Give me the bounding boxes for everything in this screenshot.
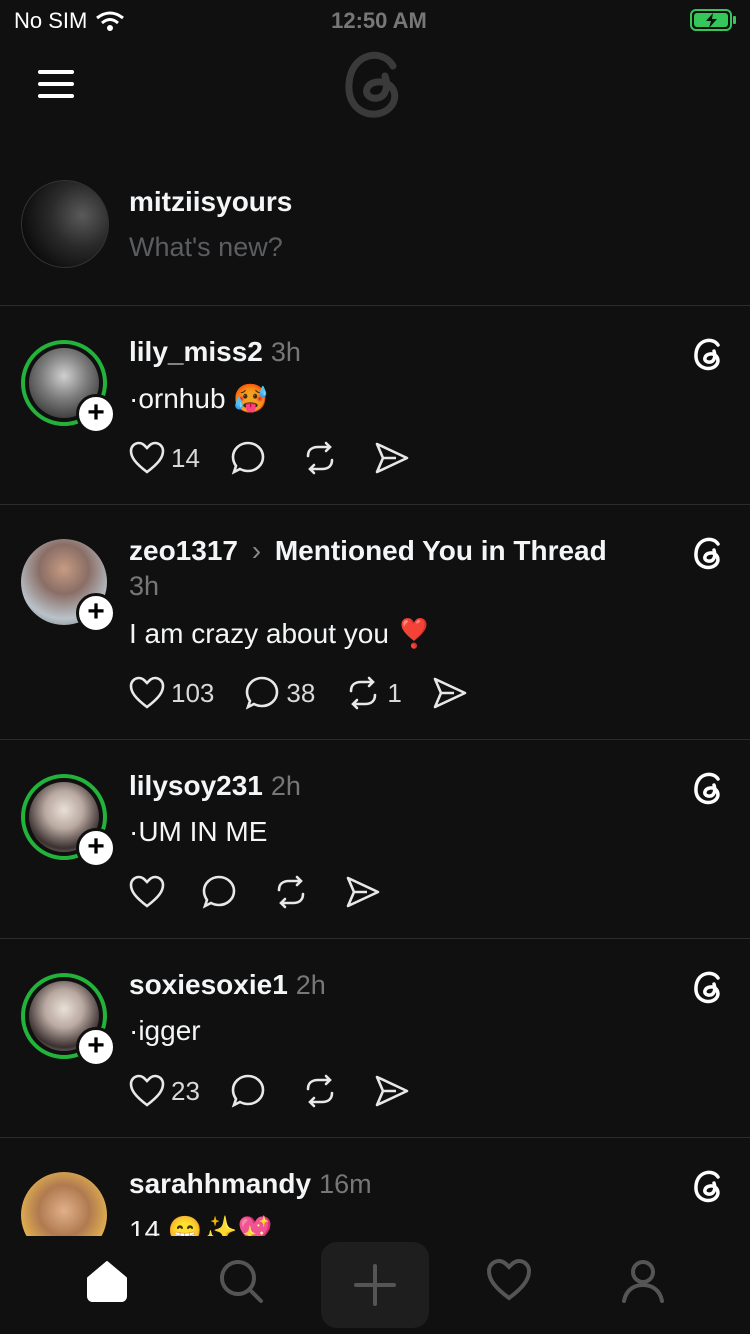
- mention-context[interactable]: Mentioned You in Thread: [275, 535, 607, 566]
- heart-icon: [129, 441, 165, 474]
- tab-activity[interactable]: [486, 1258, 532, 1307]
- profile-icon: [622, 1260, 664, 1303]
- status-bar: No SIM 12:50 AM: [0, 0, 750, 42]
- thread-post[interactable]: + lilysoy231 2h ·UM IN ME: [0, 740, 750, 938]
- comment-icon: [246, 676, 279, 710]
- repost-icon: [306, 441, 334, 475]
- heart-icon: [486, 1258, 532, 1301]
- share-button[interactable]: [432, 676, 468, 710]
- status-time: 12:50 AM: [331, 8, 427, 33]
- repost-count: 1: [387, 677, 402, 708]
- post-text: I am crazy about you ❣️: [129, 618, 432, 649]
- username[interactable]: soxiesoxie1: [129, 969, 288, 1000]
- post-time: 2h: [270, 771, 301, 801]
- thread-post[interactable]: sarahhmandy 16m 14 😁✨💖: [0, 1138, 750, 1236]
- like-count: 23: [171, 1075, 200, 1106]
- composer-username: mitziisyours: [129, 186, 293, 217]
- send-icon: [433, 677, 467, 709]
- username[interactable]: lily_miss2: [129, 336, 263, 367]
- reply-button[interactable]: 38: [244, 675, 315, 711]
- tab-new-thread[interactable]: [321, 1242, 429, 1328]
- thread-post[interactable]: + lily_miss2 3h ·ornhub 🥵 14: [0, 306, 750, 504]
- repost-button[interactable]: [302, 1073, 344, 1109]
- send-icon: [375, 442, 409, 474]
- post-text: ·UM IN ME: [129, 816, 268, 847]
- thread-post[interactable]: + zeo1317 › Mentioned You in Thread 3h I…: [0, 505, 750, 739]
- tab-bar: [0, 1236, 750, 1334]
- like-button[interactable]: 23: [129, 1074, 200, 1108]
- threads-icon[interactable]: [692, 1168, 726, 1204]
- post-time: 2h: [295, 970, 326, 1000]
- reply-button[interactable]: [230, 1073, 272, 1109]
- threads-icon[interactable]: [692, 969, 726, 1005]
- username[interactable]: lilysoy231: [129, 770, 263, 801]
- post-time: 3h: [270, 337, 301, 367]
- send-icon: [375, 1075, 409, 1107]
- threads-icon[interactable]: [692, 535, 726, 571]
- username[interactable]: zeo1317: [129, 535, 238, 566]
- repost-button[interactable]: [273, 874, 315, 910]
- follow-plus-icon[interactable]: +: [76, 394, 116, 434]
- repost-icon: [277, 875, 305, 909]
- post-text: 14 😁✨💖: [129, 1215, 273, 1236]
- share-button[interactable]: [374, 441, 410, 475]
- battery-icon: [690, 8, 738, 38]
- search-icon: [220, 1260, 263, 1303]
- comment-icon: [231, 1074, 265, 1108]
- menu-icon[interactable]: [38, 70, 74, 98]
- post-time: 3h: [129, 571, 160, 601]
- reply-count: 38: [286, 677, 316, 708]
- comment-icon: [202, 875, 236, 909]
- threads-logo[interactable]: [343, 46, 407, 127]
- like-button[interactable]: [129, 875, 171, 909]
- home-icon: [87, 1261, 127, 1302]
- avatar[interactable]: [21, 1172, 107, 1236]
- username[interactable]: sarahhmandy: [129, 1168, 311, 1199]
- tab-profile[interactable]: [620, 1258, 666, 1309]
- repost-button[interactable]: [302, 440, 344, 476]
- threads-icon[interactable]: [692, 336, 726, 372]
- new-thread-composer[interactable]: mitziisyours What's new?: [0, 170, 750, 304]
- repost-icon: [350, 676, 377, 710]
- like-count: 14: [171, 442, 200, 473]
- avatar: [21, 180, 109, 268]
- post-text: ·ornhub 🥵: [129, 383, 269, 414]
- tab-search[interactable]: [218, 1258, 264, 1309]
- share-button[interactable]: [374, 1074, 410, 1108]
- threads-icon[interactable]: [692, 770, 726, 806]
- follow-plus-icon[interactable]: +: [76, 828, 116, 868]
- tab-home[interactable]: [84, 1258, 130, 1309]
- post-text: ·igger: [129, 1015, 201, 1046]
- thread-post[interactable]: + soxiesoxie1 2h ·igger 23: [0, 939, 750, 1137]
- follow-plus-icon[interactable]: +: [76, 593, 116, 633]
- send-icon: [346, 876, 380, 908]
- plus-icon: [354, 1264, 396, 1306]
- like-count: 103: [171, 677, 215, 708]
- reply-button[interactable]: [201, 874, 243, 910]
- like-button[interactable]: 14: [129, 441, 200, 475]
- top-bar: [0, 42, 750, 132]
- repost-button[interactable]: 1: [345, 675, 402, 711]
- heart-icon: [129, 676, 165, 709]
- chevron-right-icon: ›: [251, 535, 262, 566]
- like-button[interactable]: 103: [129, 676, 214, 710]
- heart-icon: [129, 875, 165, 908]
- share-button[interactable]: [345, 875, 381, 909]
- follow-plus-icon[interactable]: +: [76, 1027, 116, 1067]
- reply-button[interactable]: [230, 440, 272, 476]
- repost-icon: [306, 1074, 334, 1108]
- composer-placeholder[interactable]: What's new?: [129, 232, 283, 263]
- heart-icon: [129, 1074, 165, 1107]
- post-time: 16m: [319, 1169, 372, 1199]
- comment-icon: [231, 441, 265, 475]
